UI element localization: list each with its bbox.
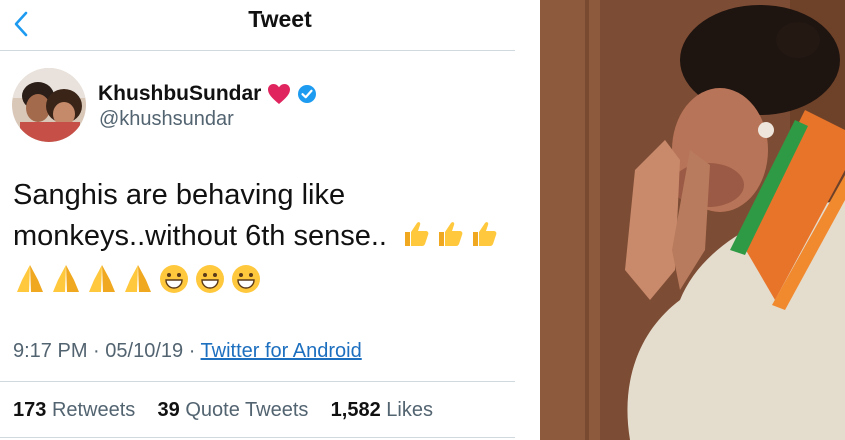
thumbs-up-icon xyxy=(439,222,463,246)
author-name[interactable]: KhushbuSundar xyxy=(98,82,261,106)
tweet-text: Sanghis are behaving like monkeys..witho… xyxy=(13,175,518,257)
meta-separator: · xyxy=(93,340,106,362)
engagement-stats: 173 Retweets 39 Quote Tweets 1,582 Likes xyxy=(13,399,433,422)
image-gap xyxy=(527,0,540,440)
folded-hands-icon xyxy=(125,265,151,292)
emoji-row xyxy=(13,262,263,296)
retweets-stat[interactable]: 173 Retweets xyxy=(13,399,135,421)
tweet-line-2: monkeys..without 6th sense.. xyxy=(13,220,387,252)
divider xyxy=(0,381,515,382)
quotes-label: Quote Tweets xyxy=(185,399,309,421)
tweet-line-2-wrap: monkeys..without 6th sense.. xyxy=(13,216,518,257)
author-handle[interactable]: @khushsundar xyxy=(99,108,234,131)
author-name-row: KhushbuSundar xyxy=(98,82,317,106)
thumbs-up-icon xyxy=(473,222,497,246)
tweet-meta: 9:17 PM · 05/10/19 · Twitter for Android xyxy=(13,340,362,363)
folded-hands-icon xyxy=(53,265,79,292)
retweets-count: 173 xyxy=(13,399,47,421)
tweet-panel: Tweet KhushbuSundar @khushsundar Sanghis… xyxy=(0,0,527,440)
folded-hands-icon xyxy=(17,265,43,292)
meta-separator: · xyxy=(188,340,201,362)
page-title: Tweet xyxy=(248,6,312,32)
retweets-label: Retweets xyxy=(51,399,136,421)
likes-stat[interactable]: 1,582 Likes xyxy=(331,399,433,421)
grinning-face-icon xyxy=(160,265,188,293)
red-heart-icon xyxy=(268,84,291,104)
verified-badge-icon xyxy=(298,85,317,103)
thumbs-up-group xyxy=(401,219,499,249)
tweet-line-1: Sanghis are behaving like xyxy=(13,179,346,211)
likes-count: 1,582 xyxy=(330,399,381,421)
divider xyxy=(0,437,515,438)
avatar[interactable] xyxy=(12,68,86,142)
tweet-source-link[interactable]: Twitter for Android xyxy=(201,340,362,362)
grinning-face-icon xyxy=(232,265,260,293)
tweet-date: 05/10/19 xyxy=(105,340,184,362)
quotes-count: 39 xyxy=(157,399,180,421)
grinning-face-icon xyxy=(196,265,224,293)
quote-tweets-stat[interactable]: 39 Quote Tweets xyxy=(158,399,309,421)
news-photo xyxy=(540,0,845,440)
folded-hands-icon xyxy=(89,265,115,292)
likes-label: Likes xyxy=(386,399,433,421)
tweet-time: 9:17 PM xyxy=(13,340,88,362)
top-bar: Tweet xyxy=(0,0,515,51)
thumbs-up-icon xyxy=(405,222,429,246)
